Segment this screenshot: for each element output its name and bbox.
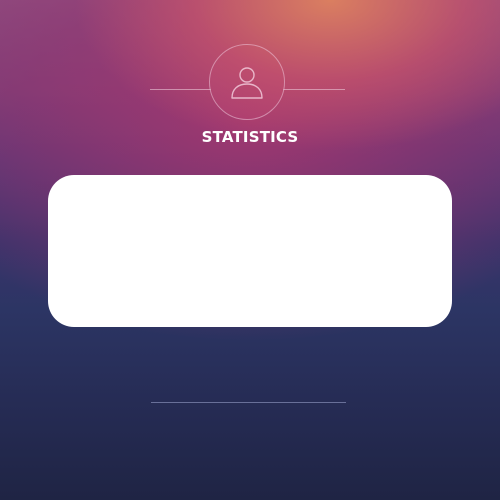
statistics-card (48, 175, 452, 327)
page-title: STATISTICS (201, 128, 299, 146)
statistics-screen: STATISTICS (0, 0, 500, 500)
user-icon (231, 67, 263, 99)
footer-divider-line (151, 402, 346, 403)
